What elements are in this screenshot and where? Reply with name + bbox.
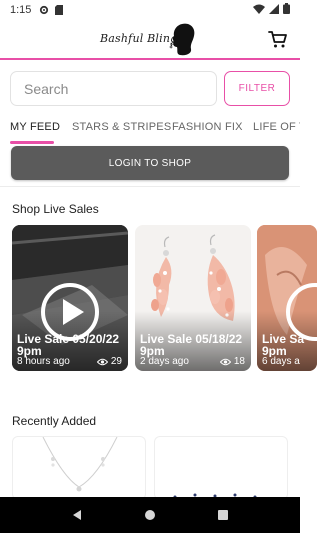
- battery-icon: [283, 3, 290, 17]
- system-navigation-bar: [0, 497, 300, 533]
- tab-my-feed[interactable]: MY FEED: [10, 121, 60, 133]
- live-sale-title: Live Sa 9pm: [262, 333, 305, 357]
- wifi-icon: [253, 4, 265, 17]
- logo-text: Bashful Bling: [100, 32, 178, 45]
- live-sale-time-ago: 2 days ago: [140, 356, 189, 367]
- product-card[interactable]: [154, 436, 288, 500]
- live-sale-meta: 8 hours ago 29: [17, 356, 122, 367]
- tab-life-of-ti[interactable]: LIFE OF TI: [253, 121, 300, 133]
- home-icon[interactable]: [144, 509, 156, 521]
- eye-icon: [96, 358, 108, 365]
- live-sale-card[interactable]: Live Sa 9pm 6 days a: [257, 225, 317, 371]
- shop-live-sales-heading: Shop Live Sales: [12, 202, 99, 216]
- product-thumbnail: [42, 437, 118, 492]
- live-sale-card[interactable]: Live Sale 05/18/22 9pm 2 days ago 18: [135, 225, 251, 371]
- cellular-signal-icon: [269, 3, 279, 17]
- filter-button[interactable]: FILTER: [224, 71, 290, 106]
- product-card[interactable]: [12, 436, 146, 500]
- live-sale-meta: 2 days ago 18: [140, 356, 245, 367]
- status-time: 1:15: [10, 4, 32, 16]
- recently-added-heading: Recently Added: [12, 414, 97, 428]
- app-header: Bashful Bling: [0, 20, 300, 60]
- active-tab-indicator: [10, 141, 54, 144]
- live-sale-title: Live Sale 05/20/22 9pm: [17, 332, 120, 358]
- brand-logo[interactable]: Bashful Bling: [100, 22, 198, 56]
- tab-stars-and-stripes[interactable]: STARS & STRIPES: [72, 121, 171, 133]
- view-count: 18: [219, 356, 245, 367]
- live-sale-time-ago: 6 days a: [262, 356, 300, 367]
- live-sale-card[interactable]: Live Sale 05/20/22 9pm 8 hours ago 29: [12, 225, 128, 371]
- search-input[interactable]: [10, 71, 217, 106]
- view-count-value: 29: [110, 356, 122, 367]
- product-thumbnail: [173, 493, 257, 499]
- tab-fashion-fix[interactable]: FASHION FIX: [172, 121, 243, 133]
- view-count: 29: [96, 356, 122, 367]
- section-divider: [0, 186, 300, 187]
- status-bar: 1:15: [0, 0, 300, 20]
- view-count-value: 18: [233, 356, 245, 367]
- login-to-shop-button[interactable]: LOGIN TO SHOP: [11, 146, 289, 180]
- search-row: FILTER: [10, 71, 290, 107]
- live-sale-meta: 6 days a: [262, 356, 300, 367]
- eye-icon: [219, 358, 231, 365]
- sd-card-icon: [55, 5, 64, 15]
- settings-gear-icon: [39, 5, 49, 15]
- logo-silhouette-icon: [169, 23, 195, 56]
- recents-icon[interactable]: [217, 509, 229, 521]
- live-sale-title: Live Sale 05/18/22 9pm: [140, 332, 243, 358]
- cart-icon[interactable]: [268, 29, 288, 49]
- back-icon[interactable]: [71, 509, 83, 521]
- live-sale-time-ago: 8 hours ago: [17, 356, 70, 367]
